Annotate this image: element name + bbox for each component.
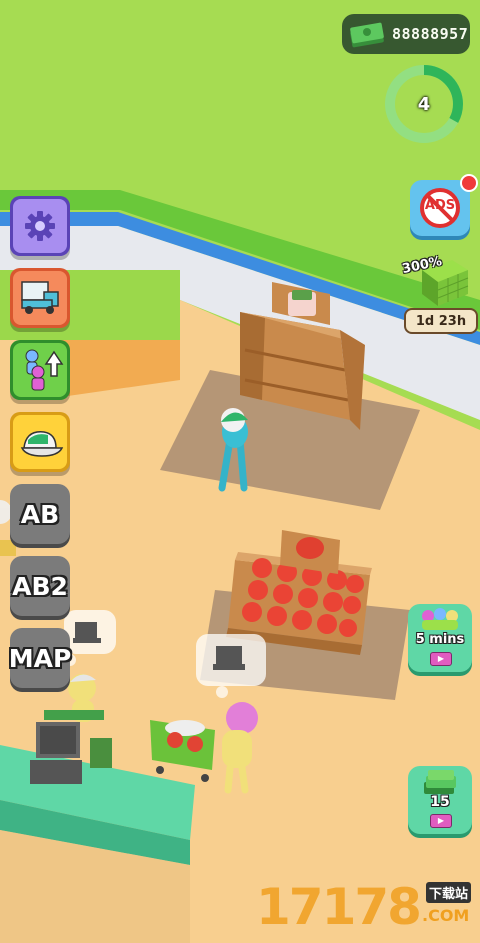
ab2-label: AB2 — [12, 571, 68, 601]
offer-timer-pill: 1d 23h — [404, 308, 478, 334]
delivery-truck-icon — [21, 281, 59, 314]
ad-ticket-icon: ▶ — [430, 814, 452, 828]
cash-stack-icon — [350, 22, 384, 48]
hire-upgrade-button[interactable] — [10, 340, 70, 400]
cap-button[interactable] — [10, 412, 70, 472]
delivery-button[interactable] — [10, 268, 70, 328]
helpers-button[interactable]: 5 mins ▶ — [408, 604, 472, 672]
watermark-digits: 17178 — [256, 878, 422, 936]
no-ads-button[interactable]: ADS — [410, 174, 478, 236]
money-amount: 88888957 — [392, 25, 469, 43]
map-label: MAP — [8, 643, 72, 673]
watermark-domain: .COM — [422, 906, 470, 925]
settings-button[interactable] — [10, 196, 70, 256]
money-panel: 88888957 — [342, 14, 470, 54]
ab2-button[interactable]: AB2 — [10, 556, 70, 616]
offer-timer: 1d 23h — [415, 313, 467, 329]
map-button[interactable]: MAP — [8, 628, 72, 688]
helpers-timer: 5 mins — [415, 632, 465, 647]
level-number: 4 — [417, 93, 431, 115]
ab-label: AB — [20, 499, 60, 529]
worker-upgrade-icon — [25, 349, 64, 391]
cash-stack-icon — [424, 770, 456, 794]
watermark-suffix: 下载站 — [426, 882, 472, 903]
notification-dot — [460, 174, 478, 192]
ad-ticket-icon: ▶ — [430, 652, 452, 666]
site-watermark: 17178 下载站 .COM — [256, 878, 480, 940]
offer-button[interactable]: 300% 1d 23h — [401, 252, 478, 334]
cash-amount: 15 — [430, 794, 450, 810]
ab-button[interactable]: AB — [10, 484, 70, 544]
cap-icon — [20, 431, 64, 457]
free-cash-button[interactable]: 15 ▶ — [408, 766, 472, 834]
slash-icon — [425, 193, 455, 223]
gear-icon — [25, 211, 55, 241]
helpers-group-icon — [422, 608, 458, 630]
